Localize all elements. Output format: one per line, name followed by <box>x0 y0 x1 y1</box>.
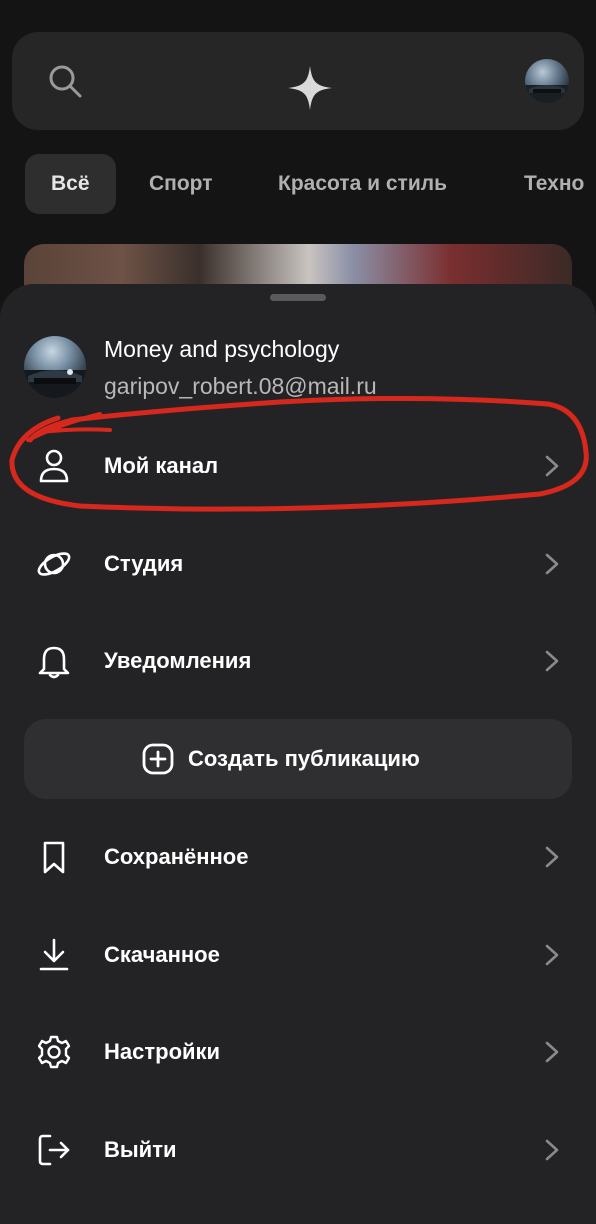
chevron-right-icon <box>545 846 559 868</box>
orbit-icon <box>37 552 71 576</box>
sparkle-icon[interactable] <box>286 64 334 112</box>
create-post-button[interactable]: Создать публикацию <box>24 719 572 799</box>
category-tabs: Всё Спорт Красота и стиль Техно <box>0 154 596 214</box>
bell-icon <box>38 646 70 679</box>
profile-avatar[interactable] <box>24 336 86 398</box>
tab-all[interactable]: Всё <box>25 154 116 214</box>
bookmark-icon <box>43 841 65 874</box>
user-avatar[interactable] <box>525 59 569 103</box>
top-bar <box>12 32 584 130</box>
account-bottom-sheet: Money and psychology garipov_robert.08@m… <box>0 284 596 1224</box>
menu-item-notifications[interactable]: Уведомления <box>0 621 596 701</box>
profile-name: Money and psychology <box>104 336 340 362</box>
menu-item-downloads[interactable]: Скачанное <box>0 915 596 995</box>
tab-tech[interactable]: Техно <box>524 154 584 214</box>
menu-item-my-channel[interactable]: Мой канал <box>0 426 596 506</box>
menu-item-studio[interactable]: Студия <box>0 524 596 604</box>
logout-icon <box>38 1134 70 1166</box>
chevron-right-icon <box>545 455 559 477</box>
plus-square-icon <box>142 743 174 775</box>
menu-item-logout[interactable]: Выйти <box>0 1110 596 1190</box>
chevron-right-icon <box>545 553 559 575</box>
menu-item-label: Настройки <box>104 1039 221 1064</box>
menu-item-label: Студия <box>104 551 184 576</box>
chevron-right-icon <box>545 1041 559 1063</box>
chevron-right-icon <box>545 1139 559 1161</box>
menu-item-label: Сохранённое <box>104 844 249 869</box>
menu-item-label: Выйти <box>104 1137 177 1162</box>
search-icon[interactable] <box>48 64 82 98</box>
profile-email: garipov_robert.08@mail.ru <box>104 373 377 399</box>
gear-icon <box>37 1035 71 1069</box>
menu-item-saved[interactable]: Сохранённое <box>0 817 596 897</box>
download-icon <box>39 938 69 971</box>
tab-sport[interactable]: Спорт <box>149 154 213 214</box>
create-post-label: Создать публикацию <box>188 746 420 771</box>
menu-item-label: Скачанное <box>104 942 220 967</box>
chevron-right-icon <box>545 944 559 966</box>
person-icon <box>39 449 69 483</box>
menu-item-label: Уведомления <box>104 648 252 673</box>
menu-item-label: Мой канал <box>104 453 219 478</box>
sheet-drag-handle[interactable] <box>270 294 326 301</box>
chevron-right-icon <box>545 650 559 672</box>
tab-beauty-style[interactable]: Красота и стиль <box>278 154 447 214</box>
menu-item-settings[interactable]: Настройки <box>0 1012 596 1092</box>
